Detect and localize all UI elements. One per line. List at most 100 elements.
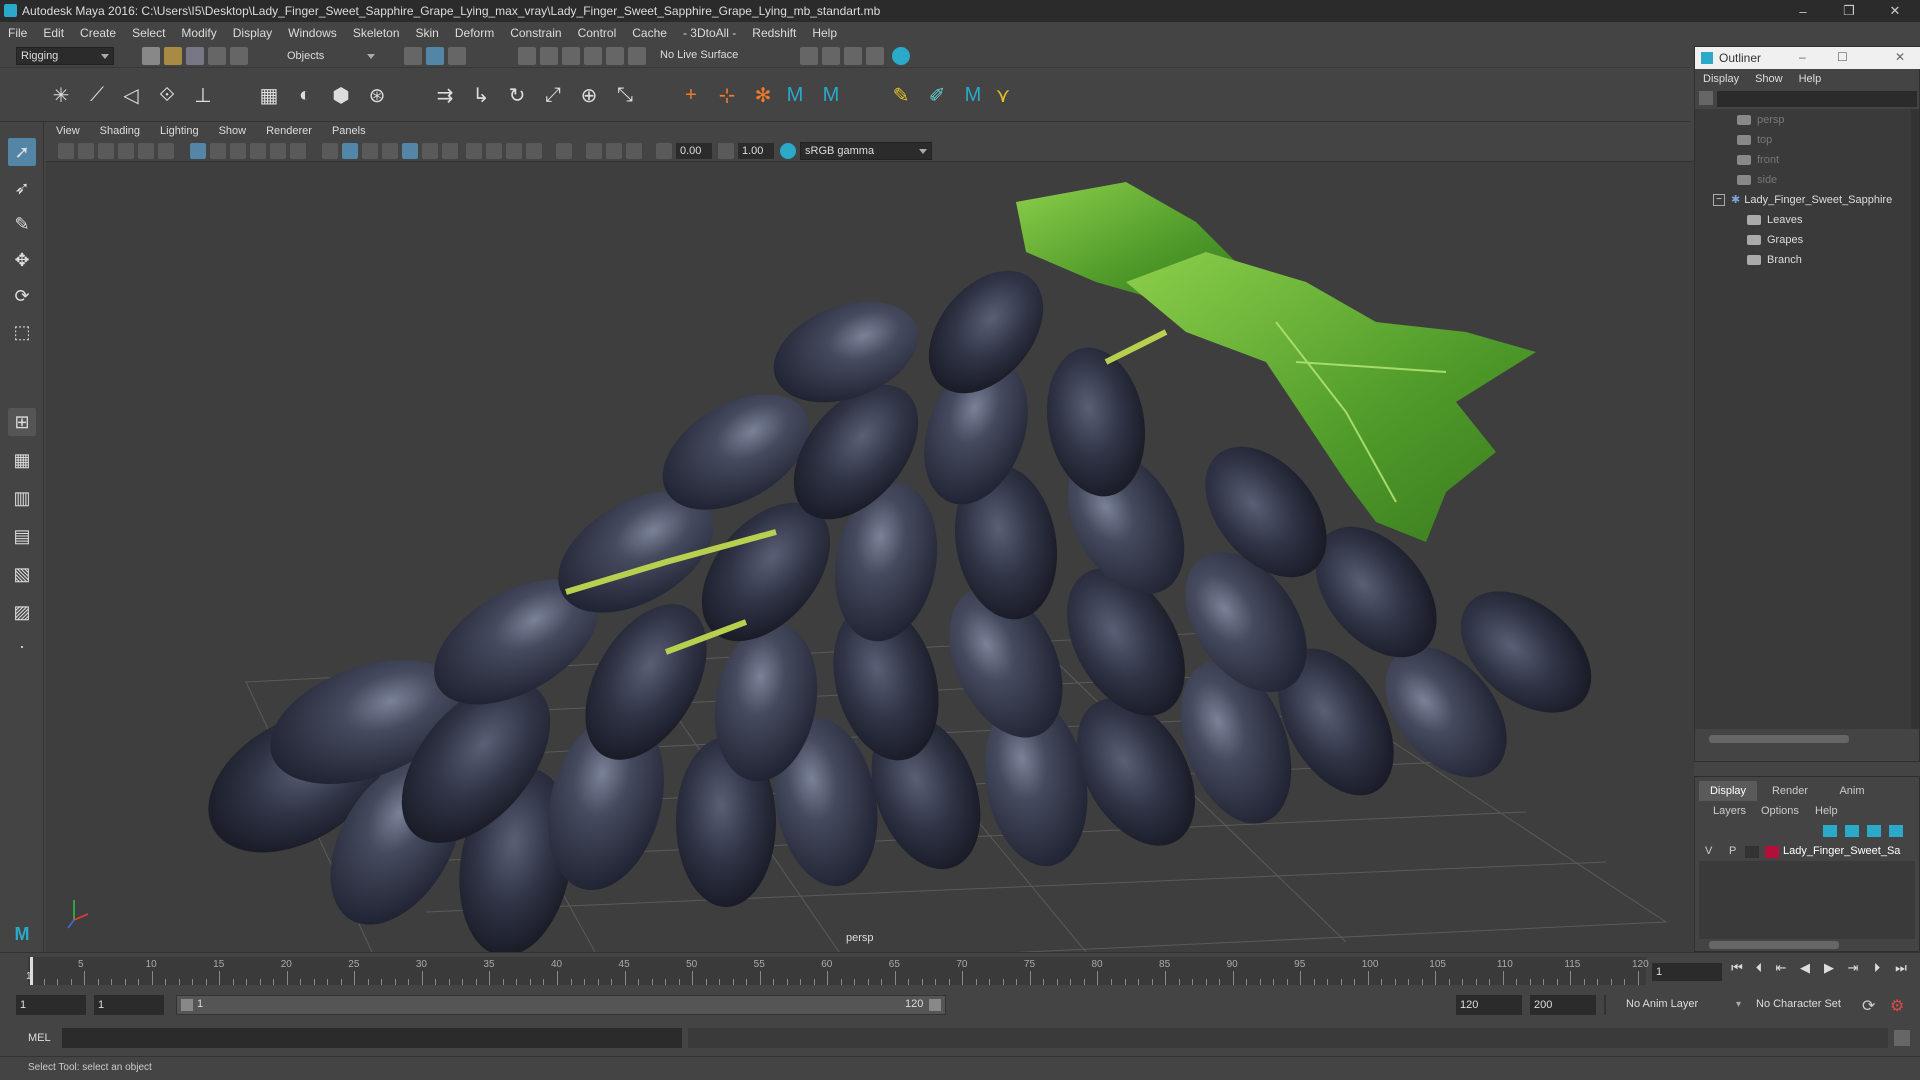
menu-help[interactable]: Help — [804, 26, 845, 40]
menu-deform[interactable]: Deform — [447, 26, 502, 40]
film-gate-icon[interactable] — [210, 143, 226, 159]
snap-point-icon[interactable] — [562, 47, 580, 65]
layers-menu-layers[interactable]: Layers — [1713, 805, 1746, 817]
playback-start-field[interactable]: 1 — [94, 995, 164, 1015]
hik-icon-1[interactable]: M — [782, 82, 808, 108]
render-settings-icon[interactable] — [866, 47, 884, 65]
anim-layer-dropdown[interactable]: No Anim Layer — [1626, 998, 1698, 1010]
bookmark-icon[interactable] — [98, 143, 114, 159]
layers-menu-help[interactable]: Help — [1815, 805, 1838, 817]
menu-windows[interactable]: Windows — [280, 26, 345, 40]
gamma-field[interactable]: 1.00 — [738, 143, 774, 159]
shadows-icon[interactable] — [442, 143, 458, 159]
rigid-bind-icon[interactable]: ◐ — [292, 82, 318, 108]
range-start-handle[interactable] — [181, 999, 193, 1011]
outliner-item-root[interactable]: − ✱ Lady_Finger_Sweet_Sapphire — [1713, 191, 1892, 209]
outliner-minimize-button[interactable]: – — [1799, 50, 1806, 64]
time-ruler[interactable]: 5 10 15 20 25 30 35 40 45 50 55 60 65 70 75 80 85 90 95 100… — [28, 957, 1649, 985]
hik-icon-2[interactable]: M — [818, 82, 844, 108]
close-button[interactable]: ✕ — [1872, 0, 1918, 22]
character-set-dropdown[interactable]: No Character Set — [1756, 998, 1841, 1010]
select-tool-icon[interactable]: ➚ — [8, 138, 36, 166]
depth-of-field-icon[interactable] — [526, 143, 542, 159]
select-object-icon[interactable] — [426, 47, 444, 65]
layer-name[interactable]: Lady_Finger_Sweet_Sa — [1783, 845, 1900, 857]
wireframe-icon[interactable] — [322, 143, 338, 159]
gate-mask-icon[interactable] — [250, 143, 266, 159]
command-input[interactable] — [62, 1028, 682, 1048]
grease-pencil-icon[interactable] — [158, 143, 174, 159]
start-time-field[interactable]: 1 — [16, 995, 86, 1015]
layer-color-swatch[interactable] — [1765, 846, 1779, 858]
pole-vector-icon[interactable]: ⤡ — [612, 82, 638, 108]
exposure-icon[interactable] — [656, 143, 672, 159]
gamma-icon[interactable] — [718, 143, 734, 159]
viewport-panel[interactable]: View Shading Lighting Show Renderer Pane… — [46, 122, 1694, 952]
safe-action-icon[interactable] — [290, 143, 306, 159]
new-layer-selected-icon[interactable] — [1889, 825, 1903, 837]
default-material-icon[interactable] — [362, 143, 378, 159]
side-by-side-icon[interactable]: ▥ — [8, 484, 36, 512]
minimize-button[interactable]: – — [1780, 0, 1826, 22]
outliner-maximize-button[interactable]: ☐ — [1837, 50, 1848, 64]
outliner-close-button[interactable]: ✕ — [1895, 50, 1905, 64]
layer-horizontal-scrollbar[interactable] — [1709, 941, 1839, 949]
outliner-item-top[interactable]: top — [1737, 131, 1772, 149]
collapse-icon[interactable]: − — [1713, 194, 1725, 206]
anti-aliasing-icon[interactable] — [506, 143, 522, 159]
persp-outliner-icon[interactable]: ▧ — [8, 560, 36, 588]
step-back-key-icon[interactable]: ⇤ — [1772, 959, 1790, 977]
outliner-horizontal-scrollbar[interactable] — [1709, 735, 1849, 743]
smooth-bind-icon[interactable]: ▦ — [256, 82, 282, 108]
paint-select-icon[interactable]: ✎ — [8, 210, 36, 238]
move-tool-icon[interactable]: ✥ — [8, 246, 36, 274]
snap-surface-icon[interactable] — [606, 47, 624, 65]
xray-joints-icon[interactable] — [606, 143, 622, 159]
new-scene-icon[interactable] — [142, 47, 160, 65]
menu-select[interactable]: Select — [124, 26, 173, 40]
cluster-icon[interactable]: ⊛ — [364, 82, 390, 108]
ipr-render-icon[interactable] — [844, 47, 862, 65]
exposure-field[interactable]: 0.00 — [676, 143, 712, 159]
outliner-menu-help[interactable]: Help — [1791, 73, 1830, 85]
outliner-menu-display[interactable]: Display — [1695, 73, 1747, 85]
menu-file[interactable]: File — [0, 26, 35, 40]
xray-components-icon[interactable] — [626, 143, 642, 159]
redo-icon[interactable] — [230, 47, 248, 65]
hypershade-icon[interactable] — [892, 47, 910, 65]
menu-edit[interactable]: Edit — [35, 26, 72, 40]
preferences-icon[interactable]: ⚙ — [1890, 996, 1904, 1016]
menuset-dropdown[interactable]: Rigging — [16, 47, 114, 65]
colorspace-dropdown[interactable]: sRGB gamma — [800, 142, 932, 160]
snap-magnet-icon[interactable] — [628, 47, 646, 65]
play-forward-icon[interactable]: ▶ — [1820, 959, 1838, 977]
tab-display[interactable]: Display — [1699, 781, 1757, 801]
select-mode-dropdown[interactable]: Objects — [282, 47, 380, 65]
new-layer-icon[interactable] — [1867, 825, 1881, 837]
current-frame-field[interactable]: 1 — [1652, 963, 1722, 981]
snap-grid-icon[interactable] — [518, 47, 536, 65]
wireframe-on-shaded-icon[interactable] — [382, 143, 398, 159]
outliner-search-input[interactable] — [1717, 91, 1917, 107]
outliner-item-grapes[interactable]: Grapes — [1747, 231, 1803, 249]
range-end-handle[interactable] — [929, 999, 941, 1011]
camera-attributes-icon[interactable] — [78, 143, 94, 159]
layers-menu-options[interactable]: Options — [1761, 805, 1799, 817]
step-back-frame-icon[interactable]: ⏴ — [1750, 959, 1768, 977]
step-forward-key-icon[interactable]: ⇥ — [1844, 959, 1862, 977]
menu-3dtoall[interactable]: - 3DtoAll - — [675, 26, 744, 40]
transform-locator-icon[interactable]: ⊹ — [714, 82, 740, 108]
layer-type-toggle[interactable] — [1745, 846, 1759, 858]
menu-skeleton[interactable]: Skeleton — [345, 26, 408, 40]
menu-control[interactable]: Control — [570, 26, 625, 40]
save-scene-icon[interactable] — [186, 47, 204, 65]
outliner-item-front[interactable]: front — [1737, 151, 1779, 169]
auto-key-icon[interactable]: ⟳ — [1862, 996, 1875, 1016]
menu-constrain[interactable]: Constrain — [502, 26, 569, 40]
vp-menu-lighting[interactable]: Lighting — [150, 125, 209, 137]
paint-weights-icon[interactable]: ✎ — [888, 82, 914, 108]
lasso-tool-icon[interactable]: ➶ — [8, 174, 36, 202]
outliner-vertical-scrollbar[interactable] — [1911, 109, 1919, 729]
layer-visibility-toggle[interactable]: V — [1705, 845, 1712, 857]
insert-joint-icon[interactable]: ⟐ — [154, 82, 180, 108]
